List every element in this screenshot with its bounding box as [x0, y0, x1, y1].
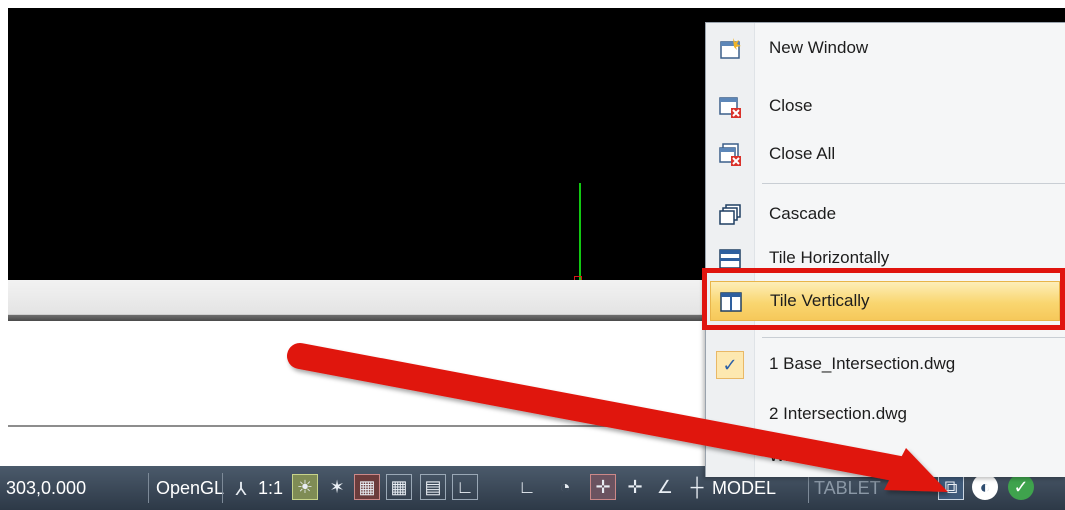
menu-item-windows[interactable]: Windows...: [706, 437, 1065, 477]
object-snap-icon[interactable]: ✛: [590, 474, 616, 500]
annotation-scale-label[interactable]: 1:1: [258, 478, 283, 499]
menu-item-label: 1 Base_Intersection.dwg: [769, 354, 956, 373]
object-snap-tracking-icon[interactable]: ✛: [622, 474, 648, 500]
menu-separator: [762, 183, 1065, 184]
grid-display-icon[interactable]: ▦: [386, 474, 412, 500]
close-all-icon: [719, 143, 741, 166]
ortho-icon[interactable]: ∟: [514, 474, 540, 500]
renderer-label[interactable]: OpenGL: [156, 478, 224, 499]
switch-windows-menu: New Window Close Close All Cascade Tile …: [705, 22, 1065, 477]
switch-windows-icon[interactable]: ⧉: [938, 474, 964, 500]
status-divider: [148, 473, 149, 503]
menu-item-close-all[interactable]: Close All: [706, 135, 1065, 175]
checkmark-icon: ✓: [716, 351, 744, 379]
ortho-mode-icon[interactable]: ∟: [452, 474, 478, 500]
menu-item-label: Close: [769, 96, 813, 115]
menu-item-label: Windows...: [769, 446, 853, 465]
annotation-highlight-box: [702, 268, 1065, 330]
status-divider: [222, 473, 223, 503]
menu-item-label: Cascade: [769, 204, 837, 223]
menu-item-label: 2 Intersection.dwg: [769, 404, 907, 423]
polar-tracking-icon[interactable]: ◔: [552, 474, 578, 500]
menu-item-cascade[interactable]: Cascade: [706, 195, 1065, 235]
menu-item-document-1[interactable]: ✓ 1 Base_Intersection.dwg: [706, 345, 1065, 385]
grid-icon[interactable]: ▤: [420, 474, 446, 500]
menu-item-close[interactable]: Close: [706, 87, 1065, 127]
menu-item-document-2[interactable]: 2 Intersection.dwg: [706, 395, 1065, 435]
menu-item-new-window[interactable]: New Window: [706, 29, 1065, 69]
tablet-label[interactable]: TABLET: [814, 478, 881, 499]
annotation-scale-icon[interactable]: ⅄: [228, 476, 254, 502]
close-window-icon: [719, 97, 741, 118]
dynamic-input-icon[interactable]: ┼: [684, 474, 710, 500]
menu-item-label: New Window: [769, 38, 869, 57]
status-divider: [808, 473, 809, 503]
menu-item-label: Tile Horizontally: [769, 248, 890, 267]
auto-scale-icon[interactable]: ✶: [324, 474, 350, 500]
snap-mode-icon[interactable]: ▦: [354, 474, 380, 500]
annotation-visibility-icon[interactable]: ☀: [292, 474, 318, 500]
new-window-icon: [720, 38, 741, 59]
model-space-label[interactable]: MODEL: [712, 478, 776, 499]
ucs-y-axis: [579, 183, 581, 281]
menu-separator: [762, 337, 1065, 338]
dynamic-ucs-icon[interactable]: ∠: [652, 474, 678, 500]
isolate-objects-icon[interactable]: ✓: [1008, 474, 1034, 500]
cascade-icon: [719, 204, 741, 225]
menu-item-label: Close All: [769, 144, 836, 163]
workspace-switching-icon[interactable]: ◐: [972, 474, 998, 500]
coordinates-readout[interactable]: 303,0.000: [6, 478, 86, 499]
